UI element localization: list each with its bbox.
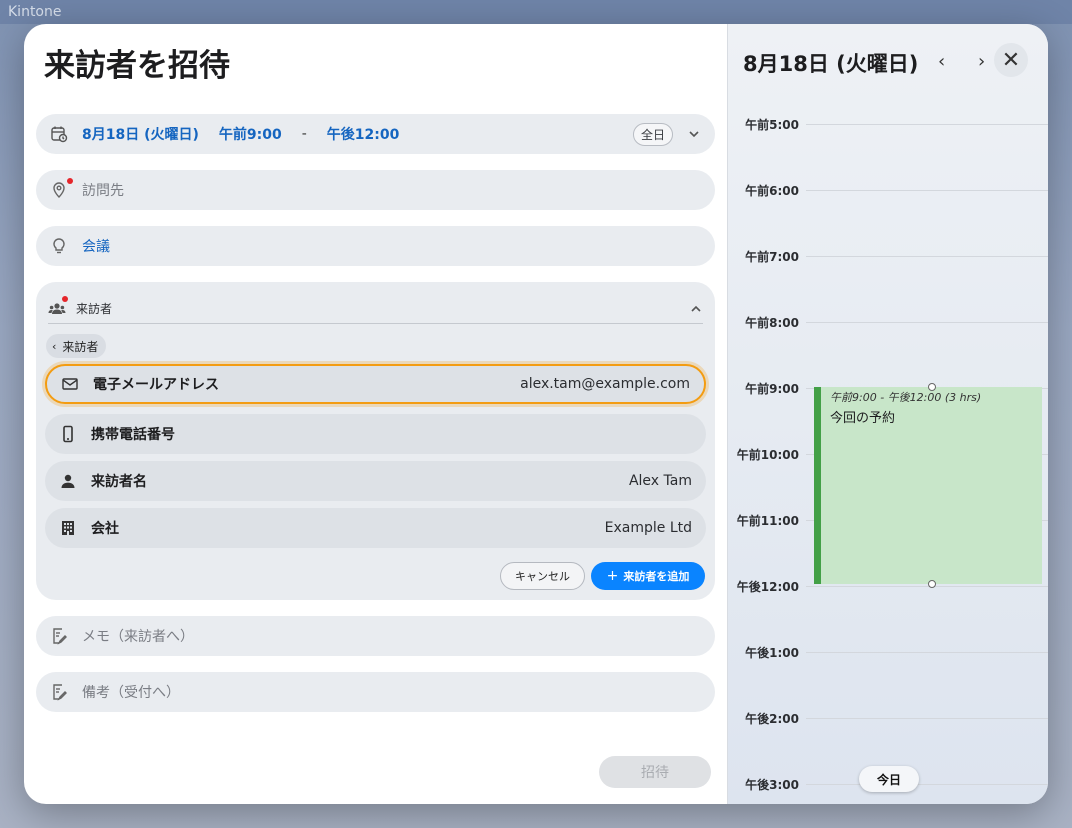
hour-label: 午前8:00 <box>745 316 799 330</box>
company-label: 会社 <box>91 521 119 537</box>
reception-note-placeholder: 備考（受付へ） <box>82 685 180 701</box>
mobile-phone-field[interactable]: 携帯電話番号 <box>45 414 706 454</box>
hour-row: 午前8:00 <box>728 316 1048 388</box>
hour-label: 午前7:00 <box>745 250 799 264</box>
chevron-left-icon[interactable]: ‹ <box>938 51 945 72</box>
hour-gridline <box>806 586 1048 587</box>
invite-visitor-dialog: 来訪者を招待 8月18日 (火曜日) 午前9:00 - 午後12:00 全日 訪… <box>24 24 1048 804</box>
visitor-name-field[interactable]: 来訪者名 Alex Tam <box>45 461 706 501</box>
event-time: 午前9:00 - 午後12:00 (3 hrs) <box>830 391 982 404</box>
chevron-right-icon[interactable]: › <box>978 51 985 72</box>
plus-icon: + <box>606 568 619 584</box>
event-resize-handle-bottom[interactable] <box>928 580 936 588</box>
hour-gridline <box>806 322 1048 323</box>
chevron-left-icon: ‹ <box>52 339 57 353</box>
memo-field[interactable]: メモ（来訪者へ） <box>36 616 715 656</box>
visitor-section-label: 来訪者 <box>76 302 113 316</box>
hour-label: 午後2:00 <box>745 712 799 726</box>
hour-row: 午後12:00 <box>728 580 1048 652</box>
visitor-name-value[interactable]: Alex Tam <box>629 473 692 489</box>
calendar-clock-icon <box>50 125 68 143</box>
time-separator: - <box>301 126 307 142</box>
hour-label: 午前10:00 <box>736 448 799 462</box>
email-value[interactable]: alex.tam@example.com <box>520 376 690 392</box>
person-icon <box>59 472 77 490</box>
today-button[interactable]: 今日 <box>859 766 919 792</box>
start-time[interactable]: 午前9:00 <box>219 124 282 144</box>
people-icon <box>48 295 68 318</box>
hour-gridline <box>806 784 1048 785</box>
email-label: 電子メールアドレス <box>93 377 219 393</box>
email-field[interactable]: 電子メールアドレス alex.tam@example.com <box>45 364 706 404</box>
chevron-up-icon[interactable] <box>689 302 703 316</box>
date-time-picker[interactable]: 8月18日 (火曜日) 午前9:00 - 午後12:00 全日 <box>36 114 715 154</box>
mobile-phone-label: 携帯電話番号 <box>91 427 175 443</box>
visitor-section: 来訪者 ‹ 来訪者 電子メールアドレス alex.tam@example.com <box>36 282 715 600</box>
memo-placeholder: メモ（来訪者へ） <box>82 629 194 645</box>
hour-gridline <box>806 256 1048 257</box>
dialog-title: 来訪者を招待 <box>44 48 230 84</box>
back-chip-label: 来訪者 <box>62 339 99 354</box>
lightbulb-icon <box>50 237 68 255</box>
hour-gridline <box>806 652 1048 653</box>
hour-gridline <box>806 124 1048 125</box>
all-day-toggle[interactable]: 全日 <box>632 122 673 146</box>
purpose-field[interactable]: 会議 <box>36 226 715 266</box>
invite-button[interactable]: 招待 <box>599 756 711 788</box>
chevron-down-icon[interactable] <box>687 127 701 141</box>
day-calendar-panel: 8月18日 (火曜日) ‹ › ✕ 午前5:00 午前6:00 午前7:00 午前8:… <box>727 24 1048 804</box>
event-title: 今回の予約 <box>830 411 896 426</box>
event-resize-handle-top[interactable] <box>928 383 936 391</box>
back-to-visitors-chip[interactable]: ‹ 来訪者 <box>46 334 107 358</box>
required-dot <box>62 295 68 302</box>
phone-icon <box>59 425 77 443</box>
hour-label: 午前6:00 <box>745 184 799 198</box>
hour-row: 午後1:00 <box>728 646 1048 718</box>
close-icon[interactable]: ✕ <box>994 43 1028 77</box>
company-value[interactable]: Example Ltd <box>605 520 692 536</box>
hour-row: 午前5:00 <box>728 118 1048 190</box>
required-dot <box>67 178 73 184</box>
hour-label: 午後3:00 <box>745 778 799 792</box>
company-field[interactable]: 会社 Example Ltd <box>45 508 706 548</box>
calendar-date-title: 8月18日 (火曜日) <box>743 52 919 76</box>
hour-label: 午前9:00 <box>745 382 799 396</box>
add-visitor-label: 来訪者を追加 <box>623 570 690 583</box>
hour-gridline <box>806 718 1048 719</box>
reception-note-field[interactable]: 備考（受付へ） <box>36 672 715 712</box>
date-label[interactable]: 8月18日 (火曜日) <box>82 124 199 144</box>
hour-label: 午前5:00 <box>745 118 799 132</box>
end-time[interactable]: 午後12:00 <box>327 124 400 144</box>
building-icon <box>59 519 77 537</box>
add-visitor-button[interactable]: + 来訪者を追加 <box>591 562 705 590</box>
invite-form: 来訪者を招待 8月18日 (火曜日) 午前9:00 - 午後12:00 全日 訪… <box>24 24 727 804</box>
note-edit-icon <box>50 683 68 701</box>
mail-icon <box>61 375 79 393</box>
hour-gridline <box>806 190 1048 191</box>
note-edit-icon <box>50 627 68 645</box>
location-pin-icon <box>50 178 73 199</box>
visitor-section-header[interactable]: 来訪者 <box>48 294 703 324</box>
hour-row: 午前7:00 <box>728 250 1048 322</box>
cancel-button[interactable]: キャンセル <box>500 562 585 590</box>
hour-label: 午後1:00 <box>745 646 799 660</box>
hour-label: 午前11:00 <box>736 514 799 528</box>
backdrop-app-bar: Kintone <box>0 0 1072 24</box>
current-booking-event[interactable]: 午前9:00 - 午後12:00 (3 hrs) 今回の予約 <box>814 387 1042 584</box>
hour-label: 午後12:00 <box>736 580 799 594</box>
purpose-value: 会議 <box>82 239 110 255</box>
visitor-name-label: 来訪者名 <box>91 474 147 490</box>
hour-row: 午前6:00 <box>728 184 1048 256</box>
location-placeholder: 訪問先 <box>82 183 124 199</box>
location-field[interactable]: 訪問先 <box>36 170 715 210</box>
